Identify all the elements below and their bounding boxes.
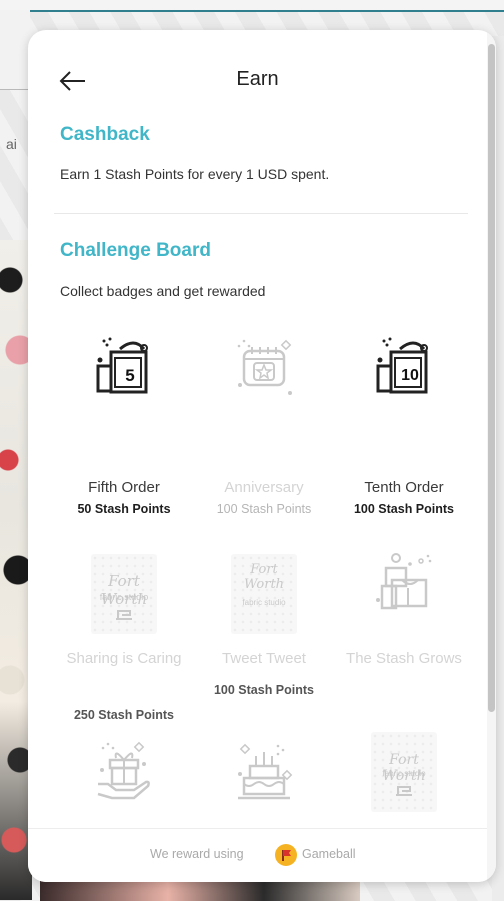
- cashback-title: Cashback: [60, 124, 150, 145]
- badge-name: Fifth Order: [88, 479, 160, 496]
- badge-name: The Stash Grows: [346, 650, 462, 667]
- shopping-bags-icon: [376, 553, 432, 610]
- background-panel: [0, 10, 30, 90]
- section-divider: [54, 213, 468, 214]
- badge-number: 10: [401, 367, 419, 384]
- challenge-board-title: Challenge Board: [60, 240, 211, 261]
- sewing-machine-icon: [396, 786, 412, 796]
- earn-widget: Earn Cashback Earn 1 Stash Points for ev…: [28, 30, 496, 882]
- background-partial-text: ai: [6, 136, 17, 152]
- studio-logo-line2: fabric studio: [99, 592, 149, 602]
- badge-name: Tweet Tweet: [222, 650, 306, 667]
- page-title: Earn: [236, 68, 279, 90]
- badge-number: 5: [125, 366, 135, 385]
- scrollbar-thumb[interactable]: [488, 44, 495, 712]
- studio-logo-line2: fabric studio: [242, 598, 286, 607]
- badge-name: Tenth Order: [364, 479, 444, 496]
- badge-points: 250 Stash Points: [73, 708, 175, 722]
- fort-worth-logo-icon: Fort Worth fabric studio: [371, 732, 437, 812]
- gameball-link[interactable]: Gameball: [302, 847, 356, 861]
- studio-logo-line1: Fort Worth: [243, 562, 285, 592]
- footer-prefix: We reward using: [150, 847, 244, 861]
- studio-logo-line1: Fort Worth: [100, 572, 148, 608]
- studio-logo-line1: Fort Worth: [382, 752, 426, 784]
- birthday-cake-icon: [238, 743, 293, 800]
- badge-name: Anniversary: [224, 479, 304, 496]
- calendar-star-icon: [237, 339, 292, 395]
- fort-worth-logo-icon: Fort Worth fabric studio: [231, 554, 297, 634]
- badge-name: Sharing is Caring: [66, 650, 182, 667]
- gameball-logo-icon: [275, 844, 297, 866]
- badge-points: 50 Stash Points: [77, 502, 171, 516]
- background-top-bar: [0, 0, 504, 12]
- scrollbar-track[interactable]: [487, 30, 496, 882]
- badge-points: 100 Stash Points: [216, 502, 312, 516]
- fort-worth-logo-icon: Fort Worth fabric studio: [91, 554, 157, 634]
- sewing-machine-icon: [116, 610, 132, 620]
- background-divider: [0, 89, 30, 90]
- challenge-board-description: Collect badges and get rewarded: [60, 283, 266, 299]
- widget-header: Earn: [28, 30, 487, 120]
- badge-points: 100 Stash Points: [213, 683, 315, 697]
- widget-footer: We reward using Gameball: [28, 828, 487, 882]
- cashback-description: Earn 1 Stash Points for every 1 USD spen…: [60, 166, 330, 182]
- badge-points: 100 Stash Points: [353, 502, 455, 516]
- studio-logo-line2: fabric studio: [382, 769, 426, 778]
- gift-hand-icon: [97, 741, 150, 800]
